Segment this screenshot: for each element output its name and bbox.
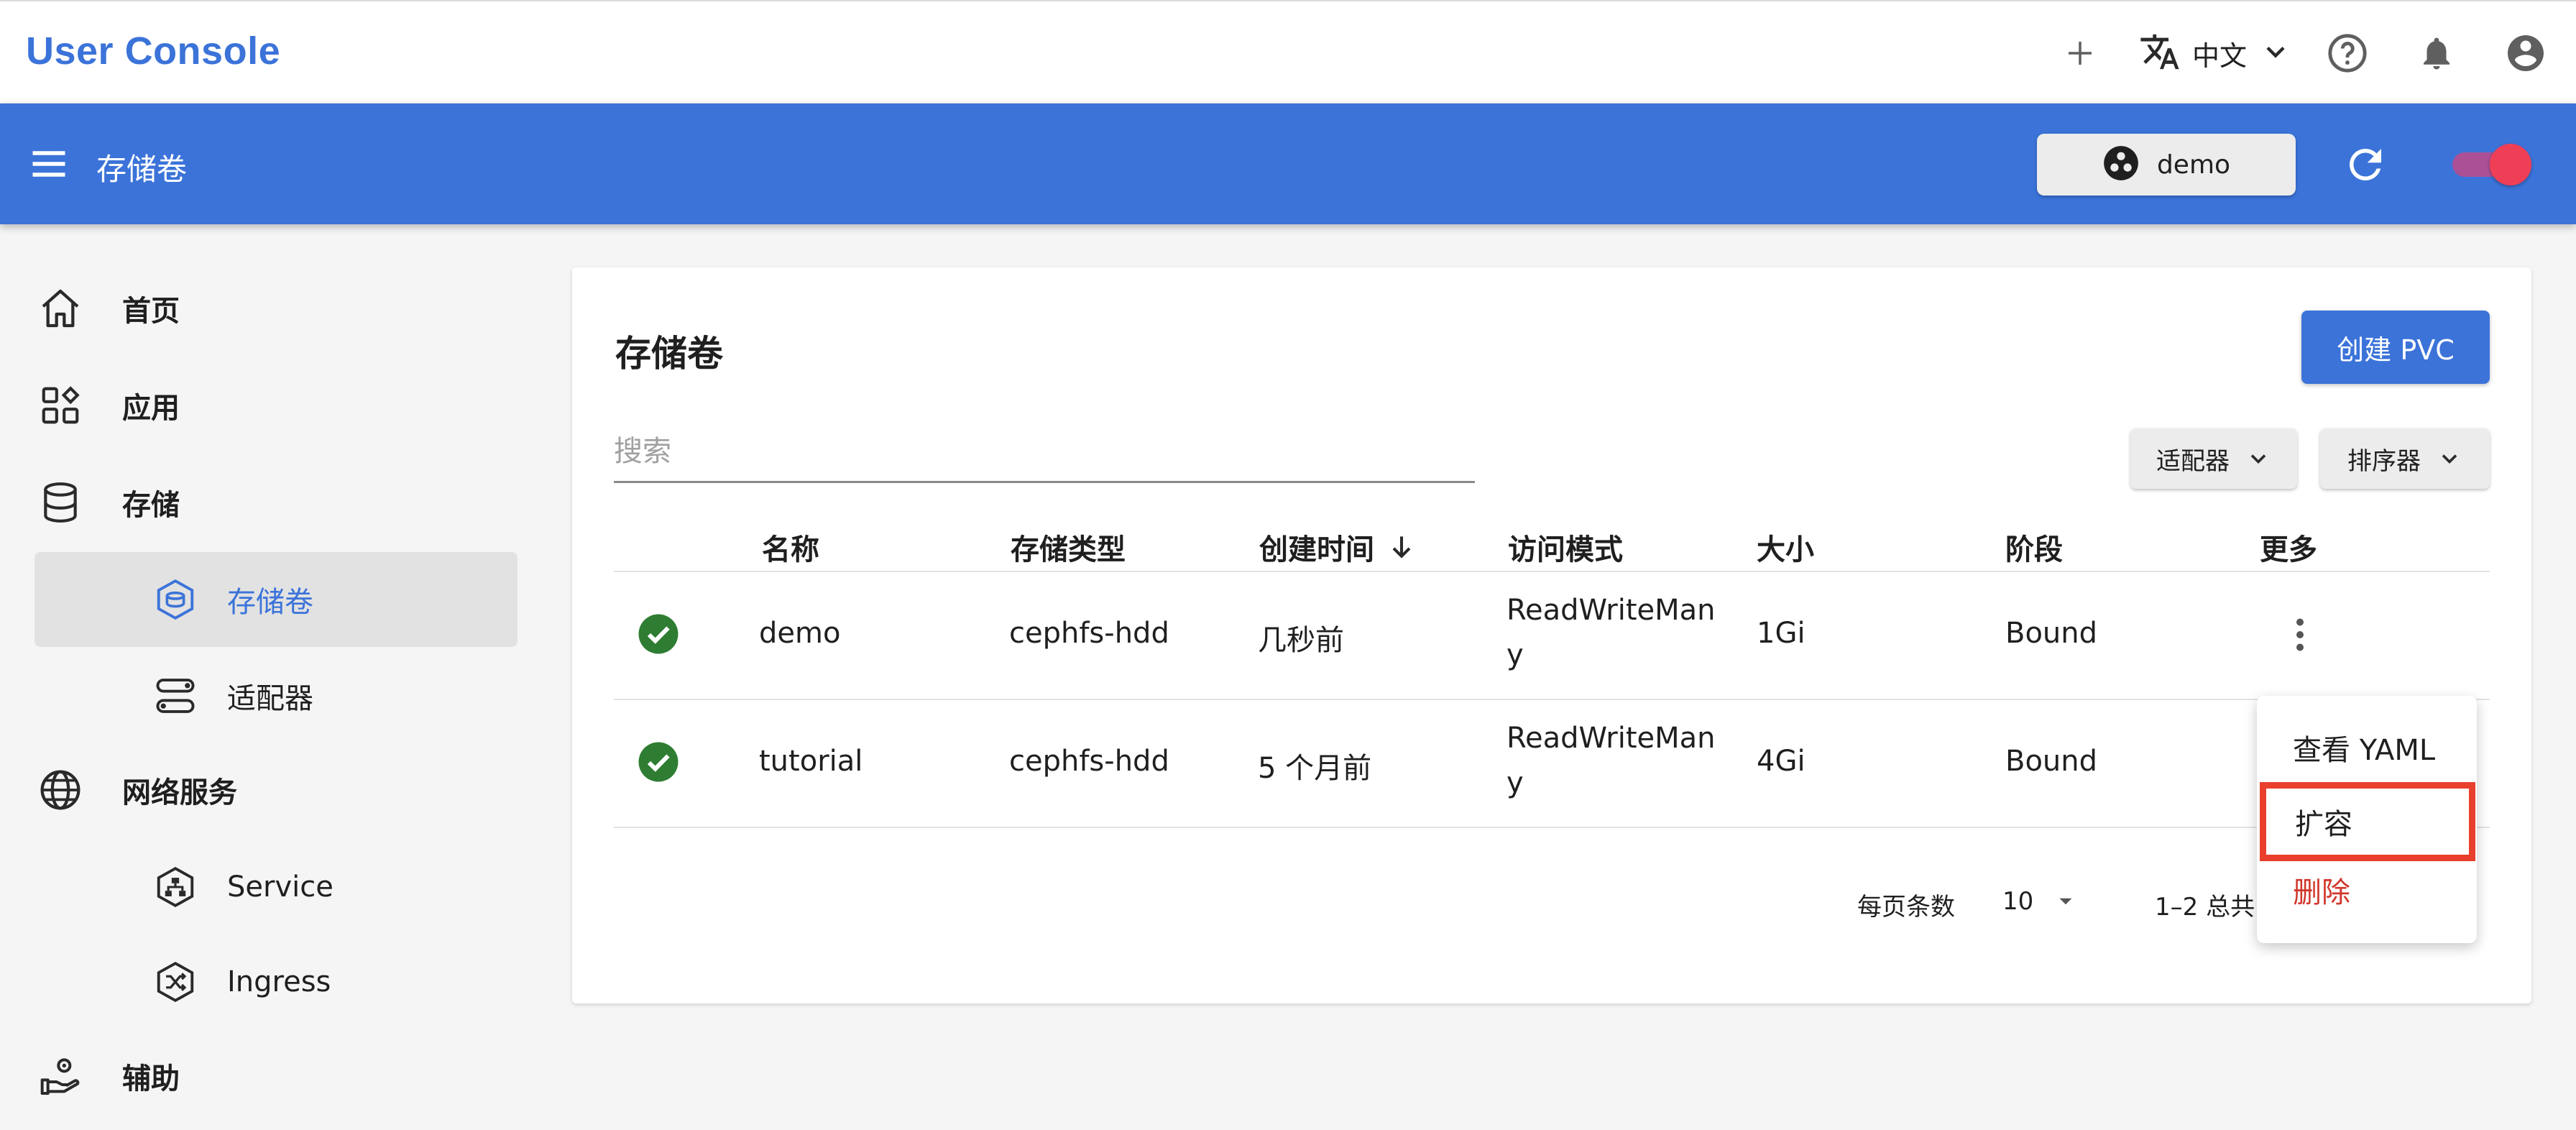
sort-button[interactable]: 排序器 <box>2320 428 2490 489</box>
globe-icon <box>34 764 86 816</box>
adapter-icon <box>150 670 201 722</box>
chevron-down-icon <box>2260 36 2291 70</box>
namespace-icon <box>2102 144 2140 185</box>
column-storage-class[interactable]: 存储类型 <box>1011 526 1126 568</box>
menu-icon[interactable] <box>27 142 70 185</box>
table-header: 名称 存储类型 创建时间 访问模式 大小 阶段 更多 <box>614 512 2490 572</box>
help-icon[interactable] <box>2322 27 2373 79</box>
sidebar-item-network[interactable]: 网络服务 <box>34 743 237 837</box>
volumes-card: 存储卷 创建 PVC 适配器 排序器 名称 存储类型 创建时间 访问模式 大小 … <box>572 267 2531 1003</box>
sidebar-item-support[interactable]: 辅助 <box>34 1029 180 1123</box>
sidebar-item-label: 适配器 <box>227 682 313 715</box>
sidebar-item-adapters[interactable]: 适配器 <box>34 648 518 743</box>
cell-access-mode-wrap: y <box>1506 766 1524 799</box>
sidebar-item-home[interactable]: 首页 <box>34 262 180 355</box>
menu-item-delete[interactable]: 删除 <box>2257 855 2477 924</box>
app-bar: 存储卷 demo <box>0 104 2576 224</box>
column-phase[interactable]: 阶段 <box>2005 526 2063 568</box>
bell-icon[interactable] <box>2411 27 2462 79</box>
account-icon[interactable] <box>2500 27 2552 79</box>
table-row[interactable]: tutorial cephfs-hdd 5 个月前 ReadWriteMan y… <box>614 700 2490 828</box>
sidebar: 首页 应用 存储 存储卷 适配器 网络服务 Service Ingress 辅助 <box>0 224 546 1130</box>
cell-created: 5 个月前 <box>1258 752 1372 785</box>
column-created-label: 创建时间 <box>1259 533 1374 566</box>
sidebar-item-apps[interactable]: 应用 <box>34 359 180 452</box>
sidebar-item-service[interactable]: Service <box>34 840 518 934</box>
chevron-down-icon <box>2442 454 2457 464</box>
check-circle-icon <box>638 742 678 782</box>
cell-size: 4Gi <box>1757 745 1806 778</box>
rows-per-page-value: 10 <box>2002 887 2034 916</box>
sidebar-item-label: 存储 <box>122 489 180 522</box>
ingress-icon <box>150 956 201 1008</box>
create-pvc-button[interactable]: 创建 PVC <box>2301 311 2490 384</box>
refresh-icon[interactable] <box>2342 141 2389 188</box>
sidebar-item-label: 应用 <box>122 392 180 425</box>
rows-per-page-label: 每页条数 <box>1857 893 1955 922</box>
top-actions: 中文 <box>2054 27 2552 79</box>
add-icon[interactable] <box>2054 27 2106 79</box>
arrow-down-icon <box>1392 536 1411 559</box>
sidebar-item-storage[interactable]: 存储 <box>34 456 180 549</box>
column-access-mode[interactable]: 访问模式 <box>1508 526 1623 568</box>
toggle-thumb <box>2490 144 2531 185</box>
rows-per-page-select[interactable]: 10 <box>2002 887 2078 916</box>
search-input[interactable] <box>614 430 1475 473</box>
cell-storage-class: cephfs-hdd <box>1009 745 1169 778</box>
apps-icon <box>34 380 86 431</box>
cell-created: 几秒前 <box>1258 624 1344 657</box>
pagination-range: 1–2 总共 <box>2155 893 2255 922</box>
theme-toggle[interactable] <box>2447 144 2533 185</box>
namespace-label: demo <box>2156 150 2231 180</box>
card-title: 存储卷 <box>615 333 723 375</box>
namespace-selector[interactable]: demo <box>2037 134 2296 196</box>
database-icon <box>34 477 86 528</box>
menu-item-view-yaml[interactable]: 查看 YAML <box>2257 713 2477 782</box>
caret-down-icon <box>2059 898 2072 905</box>
check-circle-icon <box>638 614 678 654</box>
sidebar-item-label: Ingress <box>227 965 331 998</box>
support-icon <box>34 1050 86 1102</box>
sidebar-item-volumes[interactable]: 存储卷 <box>34 552 518 647</box>
chevron-down-icon <box>2250 454 2266 464</box>
brand-title[interactable]: User Console <box>26 29 280 73</box>
menu-item-expand[interactable]: 扩容 <box>2260 782 2475 861</box>
filter-button[interactable]: 适配器 <box>2130 428 2297 489</box>
cell-name[interactable]: demo <box>759 617 840 650</box>
sidebar-item-label: 存储卷 <box>227 586 313 619</box>
cell-access-mode: ReadWriteMan <box>1506 594 1716 627</box>
sidebar-item-label: 网络服务 <box>122 776 237 809</box>
sidebar-item-label: Service <box>227 871 334 904</box>
service-icon <box>150 861 201 913</box>
translate-icon <box>2139 31 2181 75</box>
more-vert-icon[interactable] <box>2278 611 2322 658</box>
cell-size: 1Gi <box>1757 617 1806 650</box>
cell-access-mode-wrap: y <box>1506 638 1524 671</box>
column-more: 更多 <box>2260 533 2317 566</box>
language-selector[interactable]: 中文 <box>2139 31 2291 75</box>
cell-name[interactable]: tutorial <box>759 745 862 778</box>
search-field[interactable] <box>614 424 1475 483</box>
sidebar-item-label: 辅助 <box>122 1062 180 1095</box>
sidebar-item-label: 首页 <box>122 295 180 328</box>
column-size[interactable]: 大小 <box>1757 526 1814 568</box>
table-row[interactable]: demo cephfs-hdd 几秒前 ReadWriteMan y 1Gi B… <box>614 572 2490 700</box>
cell-storage-class: cephfs-hdd <box>1009 617 1169 650</box>
column-created[interactable]: 创建时间 <box>1259 526 1417 568</box>
cell-phase: Bound <box>2005 617 2098 650</box>
language-label: 中文 <box>2191 40 2247 72</box>
filter-button-label: 适配器 <box>2156 446 2230 476</box>
row-actions-menu: 查看 YAML 扩容 删除 <box>2257 696 2477 943</box>
column-name[interactable]: 名称 <box>762 526 819 568</box>
top-bar: User Console 中文 <box>0 0 2576 104</box>
cell-phase: Bound <box>2005 745 2098 778</box>
cell-access-mode: ReadWriteMan <box>1506 722 1716 755</box>
sort-button-label: 排序器 <box>2347 446 2421 476</box>
home-icon <box>34 282 86 334</box>
sidebar-item-ingress[interactable]: Ingress <box>34 934 518 1029</box>
volume-icon <box>150 574 201 625</box>
page-title: 存储卷 <box>96 152 188 187</box>
